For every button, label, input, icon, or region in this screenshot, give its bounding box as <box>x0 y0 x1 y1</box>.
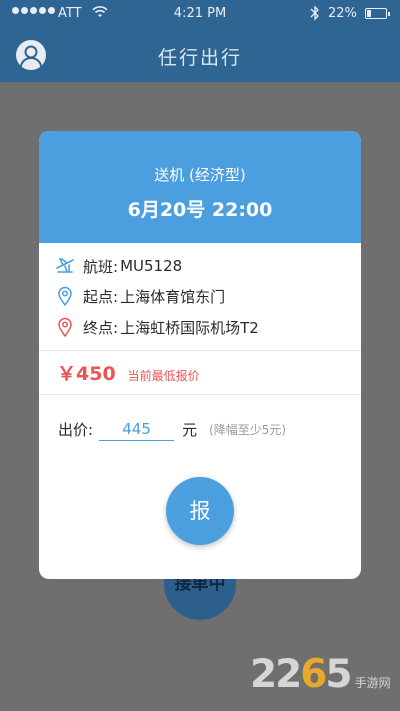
bid-input[interactable] <box>99 417 175 441</box>
divider <box>39 394 361 395</box>
status-bar: ATT 4:21 PM 22% <box>0 0 400 28</box>
submit-bid-button[interactable]: 报 <box>166 477 234 545</box>
origin-value: 上海体育馆东门 <box>120 287 226 306</box>
bid-unit: 元 <box>182 420 198 439</box>
bid-row: 出价: 元 (降幅至少5元) <box>58 417 286 441</box>
destination-label: 终点: <box>83 318 119 337</box>
origin-row: 起点: 上海体育馆东门 <box>55 284 225 308</box>
destination-row: 终点: 上海虹桥国际机场T2 <box>55 315 259 339</box>
flight-row: 航班: MU5128 <box>55 254 182 278</box>
flight-label: 航班: <box>83 257 119 276</box>
battery-percent: 22% <box>328 6 357 21</box>
lowest-price-row: ￥450 当前最低报价 <box>57 359 200 386</box>
bid-dialog: 送机 (经济型) 6月20号 22:00 航班: MU5128 起点: 上海体育… <box>39 131 361 579</box>
bluetooth-icon <box>310 5 320 25</box>
battery-icon <box>365 8 390 19</box>
origin-label: 起点: <box>83 287 119 306</box>
destination-value: 上海虹桥国际机场T2 <box>120 318 259 337</box>
destination-pin-icon <box>55 317 75 337</box>
location-pin-icon <box>55 286 75 306</box>
lowest-price-note: 当前最低报价 <box>127 369 200 383</box>
plane-icon <box>55 256 75 276</box>
dialog-header: 送机 (经济型) 6月20号 22:00 <box>39 131 361 243</box>
divider <box>39 350 361 351</box>
service-type: 送机 (经济型) <box>154 166 246 184</box>
watermark-logo: 2265 手游网 <box>250 655 391 695</box>
watermark-text: 手游网 <box>354 676 391 690</box>
lowest-price: ￥450 <box>57 363 116 385</box>
flight-number: MU5128 <box>120 257 183 275</box>
nav-bar: 任行出行 <box>0 28 400 82</box>
page-title: 任行出行 <box>157 47 242 69</box>
trip-datetime: 6月20号 22:00 <box>127 199 273 221</box>
bid-label: 出价: <box>58 420 94 439</box>
watermark-number: 2265 <box>250 652 353 697</box>
bid-note: (降幅至少5元) <box>209 422 287 437</box>
